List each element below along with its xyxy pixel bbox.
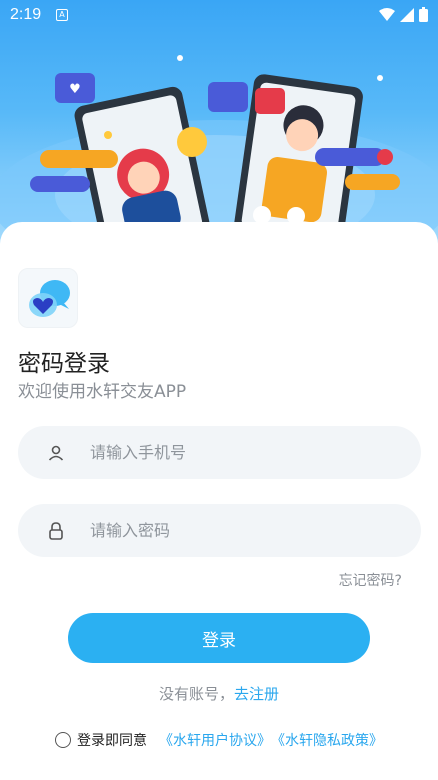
login-button[interactable]: 登录 (68, 613, 370, 663)
wifi-icon (379, 7, 395, 21)
battery-icon (419, 7, 428, 22)
svg-text:♥: ♥ (69, 82, 81, 97)
phone-field[interactable] (18, 426, 421, 479)
agree-text: 登录即同意 (77, 733, 147, 749)
status-bar: 2:19 A (0, 0, 438, 30)
phone-input[interactable] (90, 443, 390, 462)
couple-illustration: ♥ (0, 55, 438, 250)
password-field[interactable] (18, 504, 421, 557)
notification-app-icon: A (56, 9, 68, 21)
agree-radio[interactable] (55, 732, 71, 748)
page-subtitle: 欢迎使用水轩交友APP (18, 382, 187, 402)
signal-icon (400, 7, 414, 22)
app-logo-heart-icon (29, 280, 70, 317)
password-input[interactable] (90, 521, 390, 540)
app-logo (18, 268, 78, 328)
hero-illustration: ♥ (0, 0, 438, 250)
privacy-policy-link[interactable]: 《水轩隐私政策》 (271, 730, 383, 750)
page-title: 密码登录 (18, 351, 110, 377)
forgot-password-link[interactable]: 忘记密码? (339, 570, 402, 590)
user-icon (46, 443, 66, 463)
register-row: 没有账号，去注册 (0, 683, 438, 704)
user-agreement-link[interactable]: 《水轩用户协议》 (159, 730, 271, 750)
status-indicators (379, 7, 428, 22)
lock-icon (46, 521, 66, 541)
status-time: 2:19 (10, 6, 42, 23)
no-account-text: 没有账号， (158, 685, 234, 703)
register-link[interactable]: 去注册 (234, 685, 279, 703)
agreement-row: 登录即同意 《水轩用户协议》 《水轩隐私政策》 (55, 730, 383, 750)
